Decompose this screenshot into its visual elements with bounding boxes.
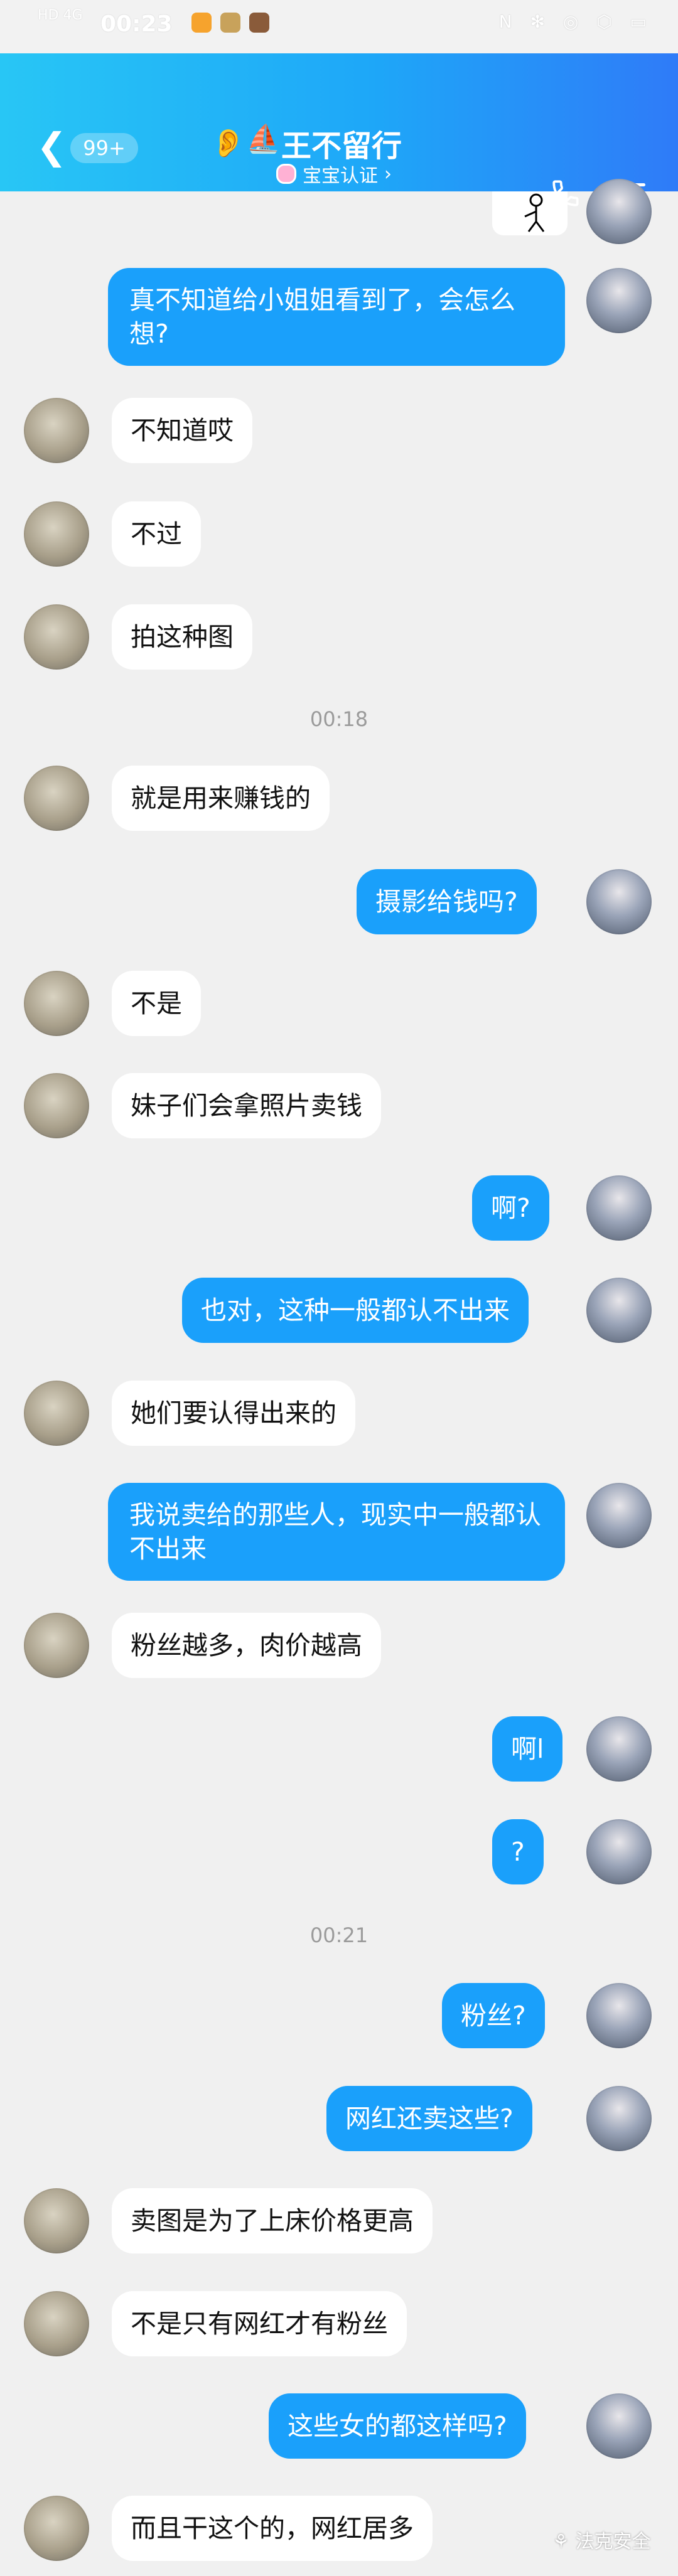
app-notification-icon — [249, 13, 269, 33]
ear-icon: 👂 — [211, 127, 245, 159]
my-avatar[interactable] — [586, 1483, 652, 1548]
timestamp: 00:18 — [309, 707, 369, 731]
contact-avatar[interactable] — [24, 2188, 89, 2253]
contact-avatar[interactable] — [24, 2496, 89, 2561]
unread-badge[interactable]: 99+ — [70, 133, 138, 163]
outgoing-message[interactable]: 摄影给钱吗? — [357, 869, 537, 934]
outgoing-message[interactable]: ? — [492, 1819, 544, 1884]
wechat-icon: ⚘ — [552, 2531, 569, 2553]
contact-avatar[interactable] — [24, 1073, 89, 1138]
network-indicator: HD 4G — [38, 8, 83, 23]
app-notification-icon — [220, 13, 240, 33]
incoming-message[interactable]: 而且干这个的，网红居多 — [112, 2496, 433, 2561]
outgoing-message[interactable]: 网红还卖这些? — [326, 2086, 532, 2151]
subtitle-text: 宝宝认证 — [303, 165, 378, 187]
contact-avatar[interactable] — [24, 971, 89, 1036]
my-avatar[interactable] — [586, 179, 652, 244]
incoming-message[interactable]: 卖图是为了上床价格更高 — [112, 2188, 433, 2253]
badge-dot-icon — [276, 164, 296, 184]
contact-subtitle[interactable]: 宝宝认证 › — [276, 160, 392, 188]
timestamp: 00:21 — [309, 1923, 369, 1947]
contact-avatar[interactable] — [24, 766, 89, 831]
sailboat-icon: ⛵ — [246, 123, 281, 155]
chat-header: ❮ 99+ 👂 ⛵ 王不留行 宝宝认证 › — [0, 53, 678, 209]
watermark-text: 法克安全 — [575, 2531, 651, 2553]
chat-area[interactable]: 真不知道给小姐姐看到了，会怎么想? 不知道哎 不过 拍这种图 00:18 就是用… — [0, 179, 678, 2576]
chevron-right-icon: › — [384, 163, 392, 185]
back-chevron-icon[interactable]: ❮ — [36, 127, 67, 165]
my-avatar[interactable] — [586, 1278, 652, 1343]
contact-avatar[interactable] — [24, 398, 89, 463]
outgoing-message[interactable]: 啊? — [472, 1175, 549, 1241]
watermark: ⚘ 法克安全 — [552, 2526, 650, 2553]
outgoing-message[interactable]: 这些女的都这样吗? — [269, 2393, 526, 2459]
contact-avatar[interactable] — [24, 2291, 89, 2356]
notification-icons — [191, 13, 269, 33]
outgoing-message[interactable]: 也对，这种一般都认不出来 — [182, 1278, 529, 1343]
my-avatar[interactable] — [586, 2393, 652, 2459]
outgoing-message[interactable]: 我说卖给的那些人，现实中一般都认不出来 — [108, 1483, 565, 1581]
system-status-icons: N ✻ ◎ ⬡ ▭ — [498, 11, 653, 32]
my-avatar[interactable] — [586, 1175, 652, 1241]
incoming-message[interactable]: 粉丝越多，肉价越高 — [112, 1613, 381, 1678]
status-time: 00:23 — [100, 11, 173, 37]
incoming-message[interactable]: 她们要认得出来的 — [112, 1381, 355, 1446]
status-bar: HD 4G 00:23 N ✻ ◎ ⬡ ▭ — [0, 0, 678, 53]
contact-avatar[interactable] — [24, 501, 89, 567]
incoming-message[interactable]: 不是 — [112, 971, 201, 1036]
my-avatar[interactable] — [586, 1819, 652, 1884]
my-avatar[interactable] — [586, 869, 652, 934]
incoming-message[interactable]: 不是只有网红才有粉丝 — [112, 2291, 407, 2356]
contact-avatar[interactable] — [24, 604, 89, 670]
incoming-message[interactable]: 妹子们会拿照片卖钱 — [112, 1073, 381, 1138]
incoming-message[interactable]: 不知道哎 — [112, 398, 252, 463]
contact-avatar[interactable] — [24, 1381, 89, 1446]
my-avatar[interactable] — [586, 268, 652, 333]
contact-avatar[interactable] — [24, 1613, 89, 1678]
incoming-message[interactable]: 就是用来赚钱的 — [112, 766, 330, 831]
outgoing-message[interactable]: 粉丝? — [442, 1983, 545, 2048]
my-avatar[interactable] — [586, 1716, 652, 1782]
incoming-message[interactable]: 不过 — [112, 501, 201, 567]
sticker-image[interactable] — [492, 191, 568, 235]
incoming-message[interactable]: 拍这种图 — [112, 604, 252, 670]
my-avatar[interactable] — [586, 1983, 652, 2048]
outgoing-message[interactable]: 啊l — [492, 1716, 563, 1782]
outgoing-message[interactable]: 真不知道给小姐姐看到了，会怎么想? — [108, 268, 565, 366]
my-avatar[interactable] — [586, 2086, 652, 2151]
app-notification-icon — [191, 13, 212, 33]
contact-name[interactable]: 王不留行 — [281, 121, 402, 165]
